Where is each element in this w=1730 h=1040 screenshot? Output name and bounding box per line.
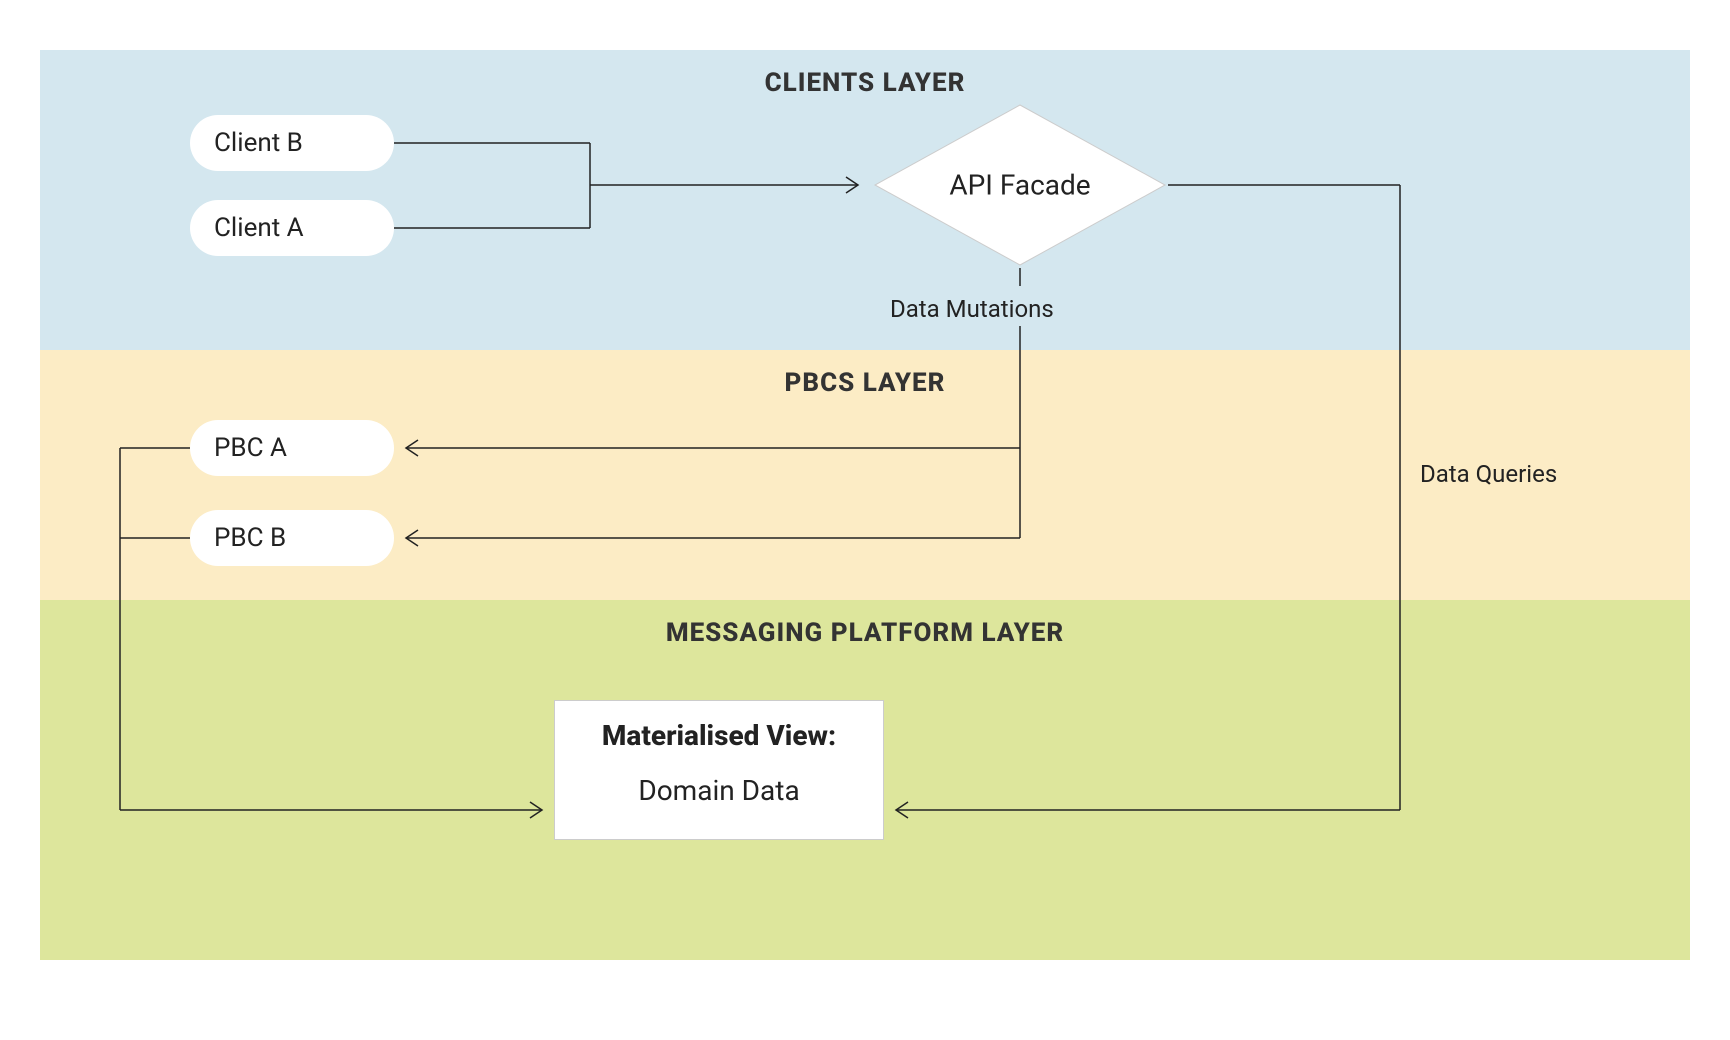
node-client-b: Client B: [190, 115, 394, 171]
node-pbc-b-label: PBC B: [214, 523, 286, 553]
node-materialised-view: Materialised View: Domain Data: [554, 700, 884, 840]
materialised-view-title: Materialised View:: [555, 719, 883, 752]
node-pbc-a: PBC A: [190, 420, 394, 476]
edge-label-data-queries: Data Queries: [1420, 460, 1557, 488]
node-api-facade: API Facade: [870, 100, 1170, 270]
pbcs-layer-title: PBCS LAYER: [40, 368, 1690, 398]
node-client-a: Client A: [190, 200, 394, 256]
messaging-layer-title: MESSAGING PLATFORM LAYER: [40, 618, 1690, 648]
diagram-canvas: CLIENTS LAYER PBCS LAYER MESSAGING PLATF…: [0, 0, 1730, 1040]
node-pbc-a-label: PBC A: [214, 433, 287, 463]
clients-layer-title: CLIENTS LAYER: [40, 68, 1690, 98]
materialised-view-subtitle: Domain Data: [555, 774, 883, 807]
node-api-facade-label: API Facade: [949, 169, 1090, 202]
node-client-b-label: Client B: [214, 128, 303, 158]
edge-label-data-mutations: Data Mutations: [890, 295, 1054, 323]
node-pbc-b: PBC B: [190, 510, 394, 566]
node-client-a-label: Client A: [214, 213, 304, 243]
